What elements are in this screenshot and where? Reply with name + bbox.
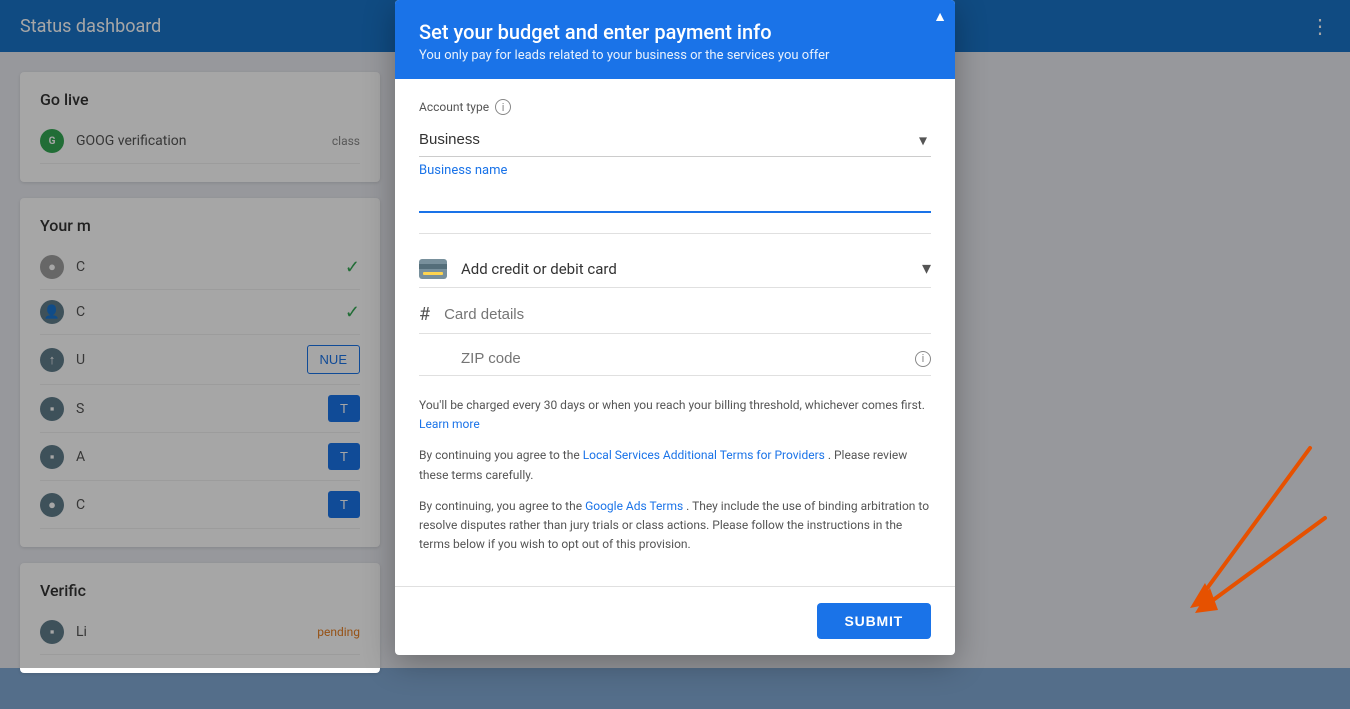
google-ads-terms-link[interactable]: Google Ads Terms (585, 499, 683, 513)
modal-title: Set your budget and enter payment info (419, 20, 931, 44)
zip-code-input[interactable] (461, 350, 915, 367)
local-services-terms-link[interactable]: Local Services Additional Terms for Prov… (583, 448, 825, 462)
modal-subtitle: You only pay for leads related to your b… (419, 48, 931, 63)
terms-1-text: You'll be charged every 30 days or when … (419, 396, 931, 434)
modal-header: ▲ Set your budget and enter payment info… (395, 0, 955, 79)
modal-footer: SUBMIT (395, 586, 955, 655)
modal-body: Account type i Business Individual ▾ Bus… (395, 79, 955, 586)
add-card-label: Add credit or debit card (461, 260, 617, 278)
terms-2-text: By continuing you agree to the Local Ser… (419, 446, 931, 484)
learn-more-link[interactable]: Learn more (419, 417, 480, 431)
business-name-input[interactable] (419, 182, 931, 213)
account-type-select-wrapper: Business Individual ▾ (419, 123, 931, 157)
terms-3-text: By continuing, you agree to the Google A… (419, 497, 931, 555)
card-details-input[interactable] (444, 306, 931, 323)
credit-card-icon (419, 259, 447, 279)
scroll-up-indicator: ▲ (933, 8, 947, 25)
card-stripe (423, 272, 443, 275)
account-type-info-icon[interactable]: i (495, 99, 511, 115)
card-row-left: Add credit or debit card (419, 259, 617, 279)
section-divider-1 (419, 233, 931, 234)
card-chevron-icon[interactable]: ▾ (922, 258, 931, 279)
zip-code-row: i (419, 350, 931, 376)
account-type-label: Account type i (419, 99, 931, 115)
add-card-row[interactable]: Add credit or debit card ▾ (419, 250, 931, 288)
card-details-row: # (419, 304, 931, 334)
business-name-link[interactable]: Business name (419, 163, 931, 178)
account-type-select[interactable]: Business Individual (419, 123, 931, 157)
submit-button[interactable]: SUBMIT (817, 603, 931, 639)
payment-modal: ▲ Set your budget and enter payment info… (395, 0, 955, 655)
business-name-input-wrapper (419, 182, 931, 213)
zip-info-icon[interactable]: i (915, 351, 931, 367)
hash-icon: # (419, 304, 430, 325)
